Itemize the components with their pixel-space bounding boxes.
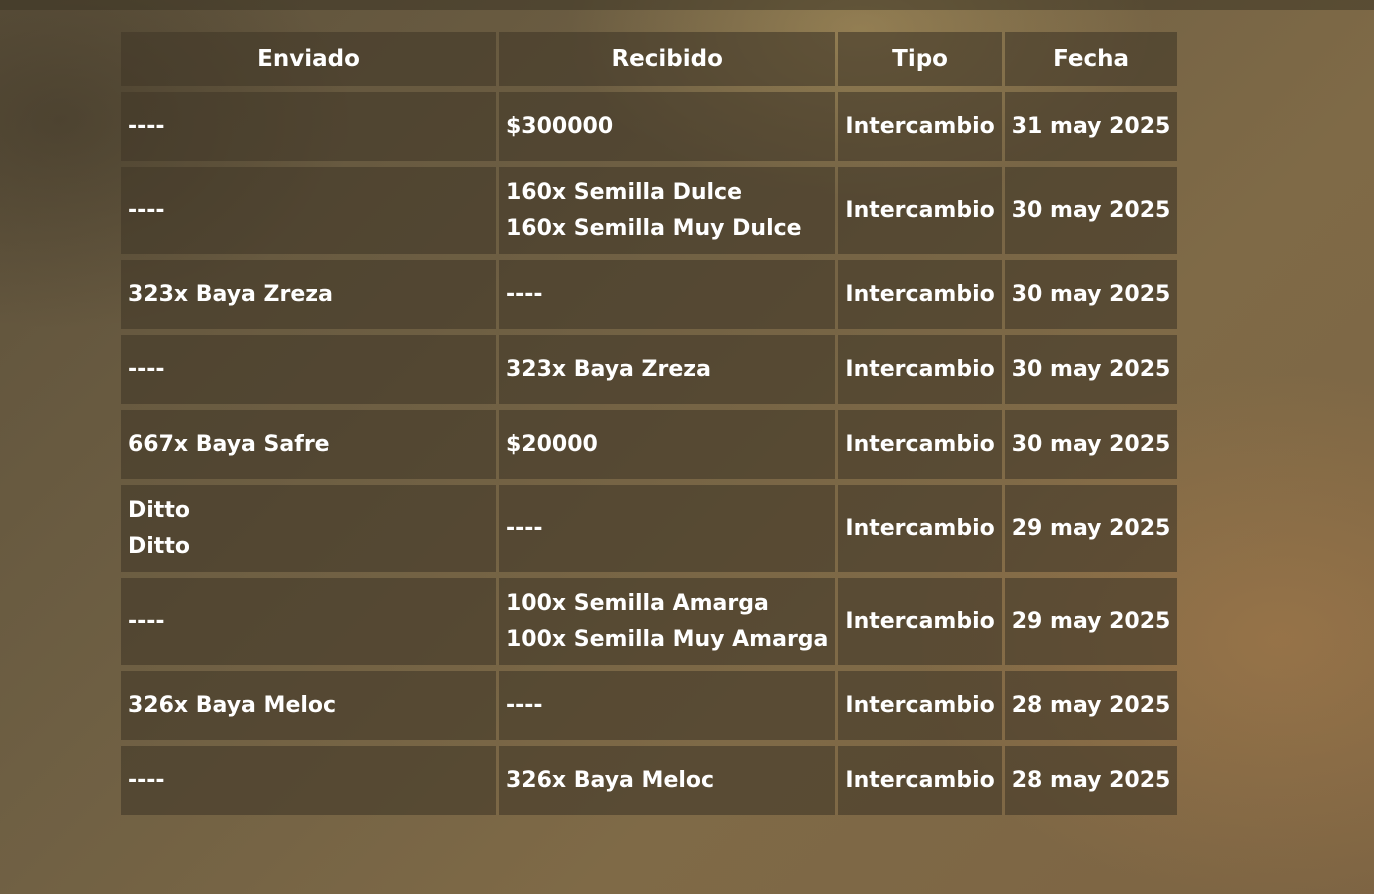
column-header-received: Recibido — [499, 32, 836, 86]
sent-cell: ---- — [121, 746, 496, 815]
received-item: 323x Baya Zreza — [506, 356, 711, 382]
column-header-date: Fecha — [1004, 32, 1178, 86]
type-cell: Intercambio — [838, 671, 1002, 740]
window-top-strip — [0, 0, 1374, 10]
received-cell: $20000 — [499, 410, 836, 479]
sent-cell: ---- — [121, 335, 496, 404]
date-cell: 28 may 2025 — [1004, 671, 1178, 740]
table-row: 323x Baya Zreza ---- Intercambio 30 may … — [121, 260, 1178, 329]
table-header: Enviado Recibido Tipo Fecha — [121, 32, 1178, 86]
received-cell: ---- — [499, 260, 836, 329]
type-cell: Intercambio — [838, 335, 1002, 404]
table-row: Ditto Ditto ---- Intercambio 29 may 2025 — [121, 485, 1178, 572]
sent-item: Ditto — [128, 533, 190, 559]
date-cell: 31 may 2025 — [1004, 92, 1178, 161]
date-cell: 30 may 2025 — [1004, 335, 1178, 404]
received-item: ---- — [506, 281, 543, 307]
sent-cell: 667x Baya Safre — [121, 410, 496, 479]
sent-item: Ditto — [128, 497, 190, 523]
received-item: 100x Semilla Muy Amarga — [506, 626, 829, 652]
received-item: 100x Semilla Amarga — [506, 590, 769, 616]
received-item: $300000 — [506, 113, 614, 139]
sent-item: ---- — [128, 356, 165, 382]
date-cell: 30 may 2025 — [1004, 260, 1178, 329]
sent-cell: 323x Baya Zreza — [121, 260, 496, 329]
date-cell: 30 may 2025 — [1004, 410, 1178, 479]
sent-item: ---- — [128, 113, 165, 139]
received-cell: ---- — [499, 671, 836, 740]
type-cell: Intercambio — [838, 410, 1002, 479]
sent-item: 326x Baya Meloc — [128, 692, 337, 718]
table-row: ---- 326x Baya Meloc Intercambio 28 may … — [121, 746, 1178, 815]
column-header-type: Tipo — [838, 32, 1002, 86]
received-cell: 323x Baya Zreza — [499, 335, 836, 404]
received-item: 326x Baya Meloc — [506, 767, 715, 793]
sent-cell: ---- — [121, 92, 496, 161]
type-cell: Intercambio — [838, 260, 1002, 329]
column-header-sent: Enviado — [121, 32, 496, 86]
table-row: ---- 160x Semilla Dulce 160x Semilla Muy… — [121, 167, 1178, 254]
date-cell: 29 may 2025 — [1004, 485, 1178, 572]
received-cell: $300000 — [499, 92, 836, 161]
sent-cell: ---- — [121, 578, 496, 665]
received-item: 160x Semilla Muy Dulce — [506, 215, 802, 241]
received-cell: ---- — [499, 485, 836, 572]
table-row: ---- 323x Baya Zreza Intercambio 30 may … — [121, 335, 1178, 404]
type-cell: Intercambio — [838, 485, 1002, 572]
date-cell: 28 may 2025 — [1004, 746, 1178, 815]
sent-item: ---- — [128, 197, 165, 223]
table-row: ---- $300000 Intercambio 31 may 2025 — [121, 92, 1178, 161]
sent-item: 323x Baya Zreza — [128, 281, 333, 307]
received-item: ---- — [506, 515, 543, 541]
date-cell: 29 may 2025 — [1004, 578, 1178, 665]
received-cell: 326x Baya Meloc — [499, 746, 836, 815]
type-cell: Intercambio — [838, 578, 1002, 665]
received-cell: 160x Semilla Dulce 160x Semilla Muy Dulc… — [499, 167, 836, 254]
sent-cell: Ditto Ditto — [121, 485, 496, 572]
date-cell: 30 may 2025 — [1004, 167, 1178, 254]
received-item: 160x Semilla Dulce — [506, 179, 743, 205]
sent-item: 667x Baya Safre — [128, 431, 330, 457]
type-cell: Intercambio — [838, 167, 1002, 254]
received-item: $20000 — [506, 431, 598, 457]
received-item: ---- — [506, 692, 543, 718]
type-cell: Intercambio — [838, 92, 1002, 161]
sent-item: ---- — [128, 608, 165, 634]
table-row: 326x Baya Meloc ---- Intercambio 28 may … — [121, 671, 1178, 740]
sent-item: ---- — [128, 767, 165, 793]
table-row: ---- 100x Semilla Amarga 100x Semilla Mu… — [121, 578, 1178, 665]
sent-cell: ---- — [121, 167, 496, 254]
table-body: ---- $300000 Intercambio 31 may 2025 ---… — [121, 92, 1178, 815]
table-row: 667x Baya Safre $20000 Intercambio 30 ma… — [121, 410, 1178, 479]
received-cell: 100x Semilla Amarga 100x Semilla Muy Ama… — [499, 578, 836, 665]
header-row: Enviado Recibido Tipo Fecha — [121, 32, 1178, 86]
sent-cell: 326x Baya Meloc — [121, 671, 496, 740]
trade-history-table: Enviado Recibido Tipo Fecha ---- $300000… — [118, 26, 1180, 821]
type-cell: Intercambio — [838, 746, 1002, 815]
